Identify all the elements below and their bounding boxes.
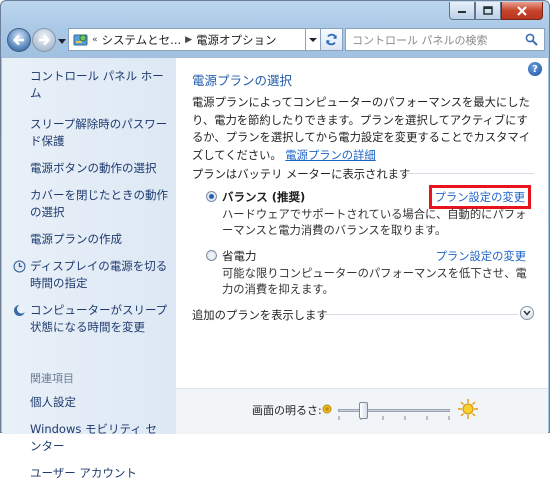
power-plan-details-link[interactable]: 電源プランの詳細 — [285, 149, 375, 162]
sleep-time-label: コンピューターがスリープ状態になる時間を変更 — [30, 303, 168, 334]
user-accounts-link[interactable]: ユーザー アカウント — [30, 465, 168, 482]
search-icon[interactable] — [525, 33, 538, 46]
power-button-action-link[interactable]: 電源ボタンの動作の選択 — [30, 160, 168, 177]
address-bar[interactable]: « システムとセ... ▶ 電源オプション — [68, 28, 306, 51]
content-area: コントロール パネル ホーム スリープ解除時のパスワード保護 電源ボタンの動作の… — [2, 57, 548, 480]
display-off-time-link[interactable]: ディスプレイの電源を切る時間の指定 — [13, 258, 168, 292]
sleep-time-link[interactable]: コンピューターがスリープ状態になる時間を変更 — [14, 302, 168, 336]
breadcrumb-power-options[interactable]: 電源オプション — [196, 32, 277, 48]
plan-power-saver-description: 可能な限りコンピューターのパフォーマンスを低下させ、電力の消費を抑えます。 — [222, 267, 527, 296]
brightness-label: 画面の明るさ: — [252, 404, 322, 417]
create-power-plan-link[interactable]: 電源プランの作成 — [30, 231, 168, 248]
task-pane: コントロール パネル ホーム スリープ解除時のパスワード保護 電源ボタンの動作の… — [2, 58, 176, 480]
page-description: 電源プランによってコンピューターのパフォーマンスを最大にしたり、電力を節約したり… — [192, 94, 532, 164]
brightness-slider[interactable] — [338, 409, 450, 412]
forward-arrow-icon — [39, 34, 51, 46]
plan-power-saver-radio[interactable] — [206, 250, 217, 261]
minimize-icon — [458, 10, 466, 13]
show-additional-plans[interactable]: 追加のプランを表示します — [192, 307, 328, 323]
maximize-button[interactable] — [475, 2, 501, 20]
close-button[interactable] — [501, 2, 543, 20]
display-off-time-label: ディスプレイの電源を切る時間の指定 — [30, 259, 168, 290]
personalization-link[interactable]: 個人設定 — [30, 394, 168, 411]
brightness-slider-thumb[interactable] — [358, 402, 368, 419]
plan-balanced-radio[interactable] — [206, 191, 217, 202]
refresh-button[interactable] — [321, 28, 343, 51]
mobility-center-link[interactable]: Windows モビリティ センター — [30, 421, 168, 455]
refresh-icon — [326, 33, 337, 46]
expand-plans-button[interactable] — [520, 306, 534, 320]
control-panel-window: « システムとセ... ▶ 電源オプション コントロール パネルの検索 コントロ… — [0, 0, 550, 480]
plan-balanced-name[interactable]: バランス (推奨) — [222, 189, 305, 205]
caption-buttons — [449, 2, 543, 20]
plan-power-saver-change-settings-link[interactable]: プラン設定の変更 — [436, 248, 526, 264]
brightness-footer: 画面の明るさ: — [176, 388, 548, 434]
search-input[interactable]: コントロール パネルの検索 — [345, 28, 545, 51]
maximize-icon — [483, 6, 493, 15]
monitor-clock-icon — [13, 260, 26, 273]
main-panel: ? 電源プランの選択 電源プランによってコンピューターのパフォーマンスを最大にし… — [176, 58, 548, 434]
recent-pages-dropdown-icon[interactable] — [58, 37, 66, 45]
search-placeholder: コントロール パネルの検索 — [352, 33, 488, 47]
chevron-down-icon — [523, 310, 531, 316]
plan-balanced-change-settings-link[interactable]: プラン設定の変更 — [428, 185, 531, 209]
dim-sun-icon — [322, 404, 332, 414]
chevron-down-icon — [309, 37, 317, 42]
additional-plans-divider — [324, 314, 518, 315]
group-divider — [408, 173, 534, 174]
moon-sleep-icon — [14, 304, 26, 316]
forward-button[interactable] — [32, 28, 56, 52]
plan-power-saver-name[interactable]: 省電力 — [222, 248, 257, 264]
page-title: 電源プランの選択 — [192, 73, 293, 88]
slider-ticks — [338, 416, 450, 420]
breadcrumb-overflow[interactable]: « — [92, 35, 98, 45]
battery-meter-group-label: プランはバッテリ メーターに表示されます — [192, 168, 411, 181]
bright-sun-icon — [458, 399, 478, 419]
breadcrumb-system-security[interactable]: システムとセ... — [102, 32, 182, 48]
breadcrumb-separator-icon[interactable]: ▶ — [185, 35, 192, 45]
navigation-bar: « システムとセ... ▶ 電源オプション コントロール パネルの検索 — [1, 25, 549, 55]
control-panel-icon — [73, 34, 88, 45]
plan-balanced-description: ハードウェアでサポートされている場合に、自動的にパフォーマンスと電力消費のバラン… — [222, 208, 527, 237]
help-icon[interactable]: ? — [528, 62, 542, 76]
control-panel-home-link[interactable]: コントロール パネル ホーム — [30, 68, 168, 102]
close-icon — [517, 5, 527, 16]
back-button[interactable] — [7, 28, 31, 52]
back-arrow-icon — [12, 34, 24, 46]
minimize-button[interactable] — [449, 2, 475, 20]
wake-password-link[interactable]: スリープ解除時のパスワード保護 — [30, 116, 168, 150]
lid-close-action-link[interactable]: カバーを閉じたときの動作の選択 — [30, 187, 168, 221]
address-dropdown-button[interactable] — [306, 28, 321, 51]
see-also-heading: 関連項目 — [30, 372, 74, 385]
